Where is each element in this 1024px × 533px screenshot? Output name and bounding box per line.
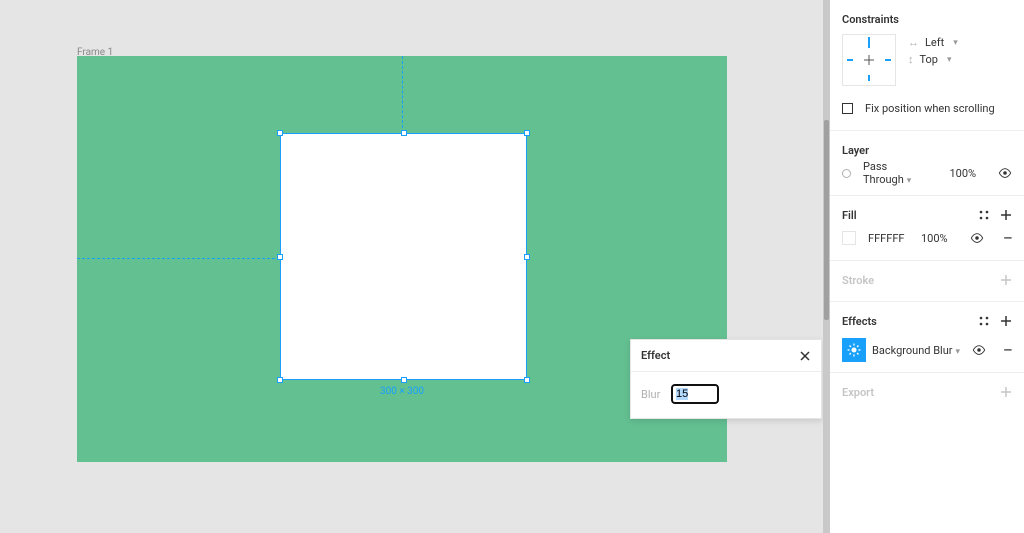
scrollbar-thumb[interactable] xyxy=(824,120,829,320)
visibility-icon[interactable] xyxy=(970,231,984,245)
fill-title: Fill xyxy=(842,209,857,222)
blend-mode-select[interactable]: Pass Through▾ xyxy=(863,160,938,186)
section-export: Export xyxy=(830,373,1024,413)
section-layer: Layer Pass Through▾ 100% xyxy=(830,131,1024,196)
close-icon[interactable] xyxy=(799,350,811,362)
remove-fill-icon[interactable]: — xyxy=(1004,232,1012,245)
visibility-icon[interactable] xyxy=(998,166,1012,180)
properties-panel: Constraints ↔ Left ▾ ↕ Top ▾ xyxy=(829,0,1024,533)
resize-handle-bm[interactable] xyxy=(401,377,407,383)
blur-input[interactable] xyxy=(671,384,719,404)
effect-popover: Effect Blur xyxy=(630,339,822,419)
resize-handle-mr[interactable] xyxy=(524,254,530,260)
constraint-vertical-select[interactable]: ↕ Top ▾ xyxy=(908,53,958,66)
section-constraints: Constraints ↔ Left ▾ ↕ Top ▾ xyxy=(830,0,1024,131)
chevron-down-icon: ▾ xyxy=(956,347,961,357)
resize-handle-ml[interactable] xyxy=(277,254,283,260)
fix-position-label: Fix position when scrolling xyxy=(865,102,995,115)
section-stroke: Stroke xyxy=(830,261,1024,302)
layer-title: Layer xyxy=(842,144,869,157)
chevron-down-icon: ▾ xyxy=(953,38,958,48)
style-library-icon[interactable] xyxy=(978,209,990,221)
fix-position-checkbox[interactable] xyxy=(842,103,853,114)
arrow-horizontal-icon: ↔ xyxy=(908,36,919,49)
chevron-down-icon: ▾ xyxy=(947,55,952,65)
add-fill-icon[interactable] xyxy=(1000,209,1012,221)
export-title: Export xyxy=(842,386,874,399)
guide-vertical xyxy=(402,56,403,133)
selected-shape[interactable] xyxy=(280,133,527,380)
style-library-icon[interactable] xyxy=(978,315,990,327)
blend-mode-value: Pass Through xyxy=(863,160,904,186)
selection-dimensions: 300 × 300 xyxy=(380,386,424,397)
constraints-widget[interactable] xyxy=(842,34,896,86)
sun-icon xyxy=(847,343,861,357)
blend-mode-icon xyxy=(842,169,851,178)
constraint-vertical-value: Top xyxy=(920,53,938,66)
blur-label: Blur xyxy=(641,388,671,401)
constraint-horizontal-select[interactable]: ↔ Left ▾ xyxy=(908,36,958,49)
effects-title: Effects xyxy=(842,315,877,328)
fill-swatch[interactable] xyxy=(842,231,856,245)
arrow-vertical-icon: ↕ xyxy=(908,53,914,66)
stroke-title: Stroke xyxy=(842,274,874,287)
resize-handle-bl[interactable] xyxy=(277,377,283,383)
resize-handle-tm[interactable] xyxy=(401,130,407,136)
popover-title: Effect xyxy=(641,349,670,362)
constraints-title: Constraints xyxy=(842,13,899,26)
add-effect-icon[interactable] xyxy=(1000,315,1012,327)
guide-horizontal xyxy=(77,258,280,259)
add-export-icon[interactable] xyxy=(1000,386,1012,398)
design-canvas[interactable]: Frame 1 300 × 300 xyxy=(0,0,822,533)
layer-opacity[interactable]: 100% xyxy=(949,167,976,180)
resize-handle-br[interactable] xyxy=(524,377,530,383)
add-stroke-icon[interactable] xyxy=(1000,274,1012,286)
chevron-down-icon: ▾ xyxy=(907,176,912,186)
effect-settings-button[interactable] xyxy=(842,338,866,362)
fill-hex[interactable]: FFFFFF xyxy=(868,232,904,245)
resize-handle-tr[interactable] xyxy=(524,130,530,136)
visibility-icon[interactable] xyxy=(972,343,986,357)
section-fill: Fill FFFFFF 100% — xyxy=(830,196,1024,261)
resize-handle-tl[interactable] xyxy=(277,130,283,136)
effect-type-value: Background Blur xyxy=(872,344,953,357)
remove-effect-icon[interactable]: — xyxy=(1004,344,1012,357)
fill-opacity[interactable]: 100% xyxy=(921,232,948,245)
section-effects: Effects Background Blur▾ — xyxy=(830,302,1024,373)
effect-type-select[interactable]: Background Blur▾ xyxy=(872,344,966,357)
constraint-horizontal-value: Left xyxy=(925,36,944,49)
